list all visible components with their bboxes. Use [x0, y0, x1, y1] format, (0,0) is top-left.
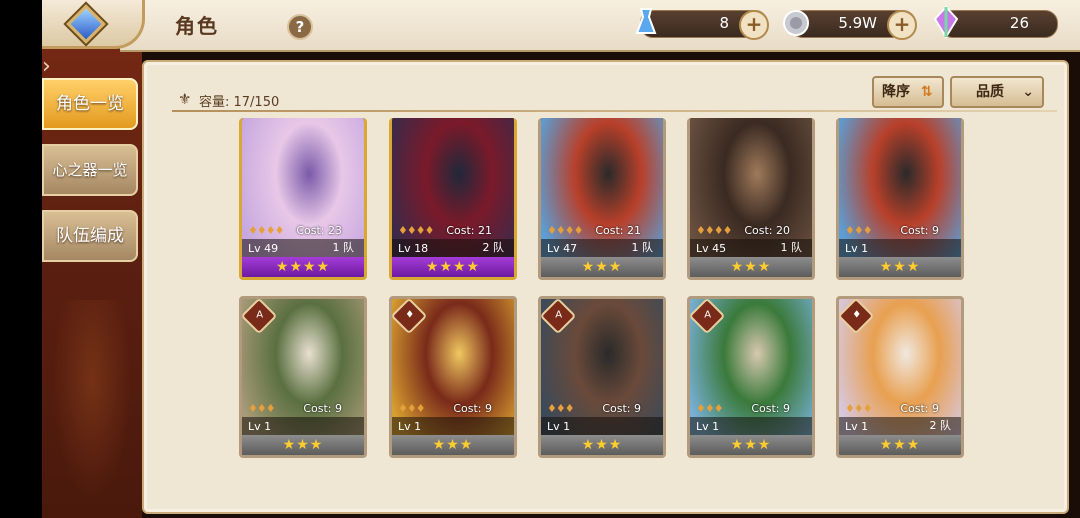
card-level: Lv 49 — [248, 242, 279, 255]
card-cost: Cost: 9 — [453, 402, 492, 415]
emblem-gem-icon — [66, 4, 106, 44]
card-level: Lv 1 — [547, 420, 571, 433]
resource-coin: 5.9W + — [783, 10, 917, 40]
add-coin-button[interactable]: + — [887, 10, 917, 40]
awaken-pips: ♦♦♦ — [547, 402, 575, 415]
awaken-pips: ♦♦♦♦ — [547, 224, 583, 237]
sort-order-label: 降序 — [882, 84, 910, 100]
card-cost: Cost: 9 — [900, 224, 939, 237]
potion-icon — [635, 8, 657, 34]
card-cost: Cost: 21 — [446, 224, 492, 237]
resource-crystal: 26 — [933, 5, 1058, 39]
menu-team-formation[interactable]: 队伍编成 — [42, 210, 138, 262]
character-card[interactable]: ♦♦♦♦ Cost: 20 Lv 45 1 队 ★★★ — [687, 118, 815, 280]
card-team: 1 队 — [780, 241, 803, 254]
card-stars: ★★★ — [839, 435, 961, 455]
help-button[interactable]: ? — [287, 14, 313, 40]
card-level: Lv 45 — [696, 242, 727, 255]
card-cost: Cost: 9 — [751, 402, 790, 415]
awaken-pips: ♦♦♦♦ — [696, 224, 732, 237]
card-level: Lv 1 — [845, 420, 869, 433]
card-stars: ★★★★ — [242, 257, 364, 277]
element-badge-glyph: A — [256, 309, 264, 321]
page-title: 角色 — [175, 14, 219, 38]
card-level: Lv 1 — [696, 420, 720, 433]
card-level: Lv 18 — [398, 242, 429, 255]
card-team: 2 队 — [929, 419, 952, 432]
card-stars: ★★★ — [690, 257, 812, 277]
resource-coin-value: 5.9W — [838, 14, 877, 32]
card-cost: Cost: 9 — [900, 402, 939, 415]
card-stars: ★★★★ — [392, 257, 514, 277]
awaken-pips: ♦♦♦ — [845, 224, 873, 237]
awaken-pips: ♦♦♦ — [398, 402, 426, 415]
crystal-icon — [933, 5, 959, 39]
resource-potion-value: 8 — [719, 14, 729, 32]
screen-edge — [0, 0, 42, 518]
awaken-pips: ♦♦♦ — [248, 402, 276, 415]
card-cost: Cost: 20 — [744, 224, 790, 237]
card-level: Lv 47 — [547, 242, 578, 255]
element-badge-glyph: ♦ — [852, 309, 862, 321]
card-cost: Cost: 9 — [602, 402, 641, 415]
card-team: 1 队 — [332, 241, 355, 254]
character-card[interactable]: ♦♦♦♦ Cost: 21 Lv 47 1 队 ★★★ — [538, 118, 666, 280]
awaken-pips: ♦♦♦ — [696, 402, 724, 415]
element-badge-glyph: ♦ — [405, 309, 415, 321]
card-cost: Cost: 23 — [296, 224, 342, 237]
card-level: Lv 1 — [398, 420, 422, 433]
capacity-label: 容量: 17/150 — [199, 95, 280, 110]
character-card[interactable]: ♦♦♦ Cost: 9 Lv 1 ★★★ — [836, 118, 964, 280]
menu-heart-vessel-list[interactable]: 心之器一览 — [42, 144, 138, 196]
character-card[interactable]: ♦♦♦♦ Cost: 23 Lv 49 1 队 ★★★★ — [239, 118, 367, 280]
character-card[interactable]: A ♦♦♦ Cost: 9 Lv 1 ★★★ — [538, 296, 666, 458]
awaken-pips: ♦♦♦♦ — [248, 224, 284, 237]
card-level: Lv 1 — [248, 420, 272, 433]
resource-potion: 8 + — [635, 8, 769, 40]
card-cost: Cost: 21 — [595, 224, 641, 237]
card-cost: Cost: 9 — [303, 402, 342, 415]
character-card[interactable]: ♦ ♦♦♦ Cost: 9 Lv 12 队 ★★★ — [836, 296, 964, 458]
back-emblem-button[interactable] — [42, 0, 145, 49]
resource-crystal-value: 26 — [1009, 14, 1029, 32]
card-stars: ★★★ — [242, 435, 364, 455]
awaken-pips: ♦♦♦♦ — [398, 224, 434, 237]
sort-arrows-icon: ⇅ — [920, 84, 933, 100]
character-card[interactable]: A ♦♦♦ Cost: 9 Lv 1 ★★★ — [239, 296, 367, 458]
quality-filter-label: 品质 — [976, 84, 1004, 100]
chevron-down-icon: ⌄ — [1022, 84, 1034, 100]
element-badge-glyph: A — [555, 309, 563, 321]
card-team: 1 队 — [631, 241, 654, 254]
card-stars: ★★★ — [541, 435, 663, 455]
add-potion-button[interactable]: + — [739, 10, 769, 40]
fleur-icon: ⚜ — [178, 90, 192, 108]
card-team: 2 队 — [482, 241, 505, 254]
element-badge-glyph: A — [704, 309, 712, 321]
card-stars: ★★★ — [541, 257, 663, 277]
card-stars: ★★★ — [392, 435, 514, 455]
quality-filter-dropdown[interactable]: 品质 ⌄ — [950, 76, 1044, 108]
card-stars: ★★★ — [839, 257, 961, 277]
menu-character-list[interactable]: 角色一览 — [42, 78, 138, 130]
awaken-pips: ♦♦♦ — [845, 402, 873, 415]
card-stars: ★★★ — [690, 435, 812, 455]
divider — [172, 110, 1057, 112]
character-card[interactable]: A ♦♦♦ Cost: 9 Lv 1 ★★★ — [687, 296, 815, 458]
sort-order-button[interactable]: 降序 ⇅ — [872, 76, 944, 108]
card-level: Lv 1 — [845, 242, 869, 255]
character-card[interactable]: ♦♦♦♦ Cost: 21 Lv 18 2 队 ★★★★ — [389, 118, 517, 280]
character-card[interactable]: ♦ ♦♦♦ Cost: 9 Lv 1 ★★★ — [389, 296, 517, 458]
coin-icon — [783, 10, 809, 36]
